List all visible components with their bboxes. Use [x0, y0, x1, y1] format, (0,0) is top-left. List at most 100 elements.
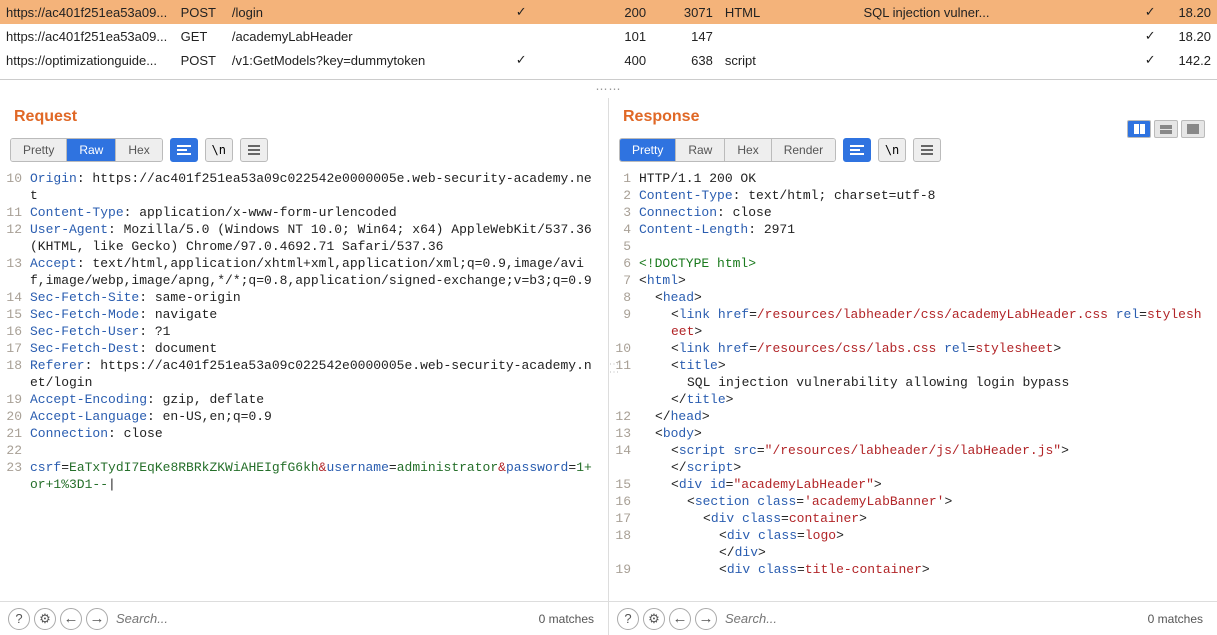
tab-hex[interactable]: Hex — [115, 139, 161, 161]
layout-columns-button[interactable] — [1127, 120, 1151, 138]
code-content[interactable]: Connection: close — [30, 425, 608, 442]
layout-rows-button[interactable] — [1154, 120, 1178, 138]
cell-method: POST — [175, 0, 226, 24]
options-button[interactable] — [913, 138, 941, 162]
prev-match-button[interactable]: ← — [669, 608, 691, 630]
response-search[interactable] — [721, 608, 1138, 629]
layout-switcher[interactable] — [1127, 120, 1205, 138]
code-content[interactable]: <html> — [639, 272, 1217, 289]
request-editor[interactable]: 10Origin: https://ac401f251ea53a09c02254… — [0, 168, 608, 601]
code-content[interactable]: </div> — [639, 544, 1217, 561]
help-button[interactable]: ? — [8, 608, 30, 630]
code-content[interactable]: Origin: https://ac401f251ea53a09c022542e… — [30, 170, 608, 204]
response-bottom-bar: ? ← → 0 matches — [609, 601, 1217, 635]
code-content[interactable]: <div id="academyLabHeader"> — [639, 476, 1217, 493]
cell-title — [857, 48, 1134, 72]
table-row[interactable]: https://ac401f251ea53a09...GET/academyLa… — [0, 24, 1217, 48]
tab-raw[interactable]: Raw — [675, 139, 724, 161]
response-editor[interactable]: 1HTTP/1.1 200 OK2Content-Type: text/html… — [609, 168, 1217, 601]
table-row[interactable]: https://ac401f251ea53a09...POST/login✓20… — [0, 0, 1217, 24]
tab-render[interactable]: Render — [771, 139, 835, 161]
code-content[interactable]: Sec-Fetch-Dest: document — [30, 340, 608, 357]
code-content[interactable]: </head> — [639, 408, 1217, 425]
show-nonprinting-button[interactable]: \n — [878, 138, 906, 162]
splitter-handle[interactable]: ⋯⋯ — [0, 80, 1217, 98]
code-content[interactable]: <section class='academyLabBanner'> — [639, 493, 1217, 510]
code-content[interactable]: <body> — [639, 425, 1217, 442]
code-line: 13Accept: text/html,application/xhtml+xm… — [2, 255, 608, 289]
prev-match-button[interactable]: ← — [60, 608, 82, 630]
code-content[interactable]: SQL injection vulnerability allowing log… — [639, 374, 1217, 391]
code-line: 17<div class=container> — [611, 510, 1217, 527]
table-row[interactable]: https://optimizationguide...POST/v1:GetM… — [0, 48, 1217, 72]
code-content[interactable]: Content-Type: text/html; charset=utf-8 — [639, 187, 1217, 204]
code-content[interactable]: <link href=/resources/css/labs.css rel=s… — [639, 340, 1217, 357]
line-number — [611, 544, 639, 561]
wrap-lines-button[interactable] — [843, 138, 871, 162]
code-content[interactable]: </title> — [639, 391, 1217, 408]
code-line: 7<html> — [611, 272, 1217, 289]
code-content[interactable]: Accept-Encoding: gzip, deflate — [30, 391, 608, 408]
code-content[interactable]: Sec-Fetch-Mode: navigate — [30, 306, 608, 323]
settings-button[interactable] — [643, 608, 665, 630]
request-toolbar: PrettyRawHex \n — [0, 138, 608, 168]
show-nonprinting-button[interactable]: \n — [205, 138, 233, 162]
code-line: 13<body> — [611, 425, 1217, 442]
next-match-button[interactable]: → — [86, 608, 108, 630]
code-content[interactable] — [639, 238, 1217, 255]
line-number: 11 — [2, 204, 30, 221]
code-content[interactable]: <link href=/resources/labheader/css/acad… — [639, 306, 1217, 340]
code-content[interactable]: Sec-Fetch-User: ?1 — [30, 323, 608, 340]
code-content[interactable]: User-Agent: Mozilla/5.0 (Windows NT 10.0… — [30, 221, 608, 255]
tab-raw[interactable]: Raw — [66, 139, 115, 161]
line-number: 6 — [611, 255, 639, 272]
code-content[interactable]: Content-Length: 2971 — [639, 221, 1217, 238]
cell-time: 18.20 — [1166, 24, 1217, 48]
code-content[interactable]: Referer: https://ac401f251ea53a09c022542… — [30, 357, 608, 391]
proxy-history-table[interactable]: https://ac401f251ea53a09...POST/login✓20… — [0, 0, 1217, 80]
request-search-input[interactable] — [112, 608, 529, 629]
code-content[interactable]: <!DOCTYPE html> — [639, 255, 1217, 272]
code-content[interactable]: csrf=EaTxTydI7EqKe8RBRkZKWiAHEIgfG6kh&us… — [30, 459, 608, 493]
code-content[interactable]: Content-Type: application/x-www-form-url… — [30, 204, 608, 221]
request-view-tabs[interactable]: PrettyRawHex — [10, 138, 163, 162]
tab-pretty[interactable]: Pretty — [11, 139, 66, 161]
code-content[interactable]: <script src="/resources/labheader/js/lab… — [639, 442, 1217, 459]
cell-chk2: ✓ — [1135, 48, 1166, 72]
response-view-tabs[interactable]: PrettyRawHexRender — [619, 138, 836, 162]
code-content[interactable]: Sec-Fetch-Site: same-origin — [30, 289, 608, 306]
line-number: 13 — [611, 425, 639, 442]
code-line: 17Sec-Fetch-Dest: document — [2, 340, 608, 357]
cell-mime: HTML — [719, 0, 858, 24]
cell-chk2: ✓ — [1135, 24, 1166, 48]
tab-hex[interactable]: Hex — [724, 139, 770, 161]
help-button[interactable]: ? — [617, 608, 639, 630]
code-content[interactable]: <div class=logo> — [639, 527, 1217, 544]
response-title: Response — [609, 98, 1217, 138]
code-content[interactable]: <head> — [639, 289, 1217, 306]
code-content[interactable] — [30, 442, 608, 459]
code-content[interactable]: <div class=container> — [639, 510, 1217, 527]
code-content[interactable]: Accept: text/html,application/xhtml+xml,… — [30, 255, 608, 289]
line-number: 4 — [611, 221, 639, 238]
code-line: </script> — [611, 459, 1217, 476]
code-content[interactable]: <div class=title-container> — [639, 561, 1217, 578]
tab-pretty[interactable]: Pretty — [620, 139, 675, 161]
line-number: 3 — [611, 204, 639, 221]
options-button[interactable] — [240, 138, 268, 162]
code-line: 1HTTP/1.1 200 OK — [611, 170, 1217, 187]
code-content[interactable]: <title> — [639, 357, 1217, 374]
wrap-lines-button[interactable] — [170, 138, 198, 162]
request-search[interactable] — [112, 608, 529, 629]
code-content[interactable]: Accept-Language: en-US,en;q=0.9 — [30, 408, 608, 425]
code-content[interactable]: Connection: close — [639, 204, 1217, 221]
cell-time: 142.2 — [1166, 48, 1217, 72]
code-line: 19Accept-Encoding: gzip, deflate — [2, 391, 608, 408]
layout-single-button[interactable] — [1181, 120, 1205, 138]
code-content[interactable]: </script> — [639, 459, 1217, 476]
line-number: 2 — [611, 187, 639, 204]
code-content[interactable]: HTTP/1.1 200 OK — [639, 170, 1217, 187]
next-match-button[interactable]: → — [695, 608, 717, 630]
response-search-input[interactable] — [721, 608, 1138, 629]
settings-button[interactable] — [34, 608, 56, 630]
